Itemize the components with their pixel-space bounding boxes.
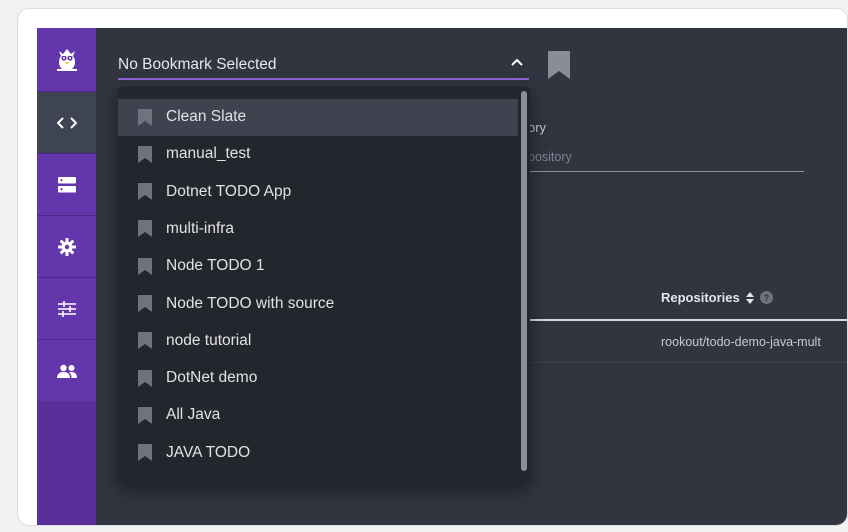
bookmark-option-label: node tutorial — [166, 331, 252, 349]
dropdown-scrollbar[interactable] — [521, 91, 527, 471]
bookmark-option-label: Dotnet TODO App — [166, 182, 292, 200]
repository-input-placeholder: pository — [528, 150, 572, 164]
bookmark-option-label: Clean Slate — [166, 108, 247, 125]
table-row[interactable]: rookout/todo-demo-java-mult — [528, 323, 847, 363]
bookmark-icon — [138, 220, 152, 238]
sliders-icon — [57, 300, 76, 317]
bookmark-option[interactable]: Clean Slate — [118, 98, 518, 136]
bookmark-icon — [138, 145, 152, 163]
bookmark-option-label: JAVA TODO — [166, 443, 251, 461]
bookmark-option-label: All Java — [166, 406, 221, 424]
bookmark-option-label: Node TODO 1 — [166, 257, 265, 275]
users-icon — [56, 364, 77, 378]
gear-icon — [57, 237, 76, 256]
sidebar-item-settings[interactable] — [37, 215, 96, 277]
bookmark-option[interactable]: Node TODO 1 — [118, 248, 518, 285]
column-header-label: Repositories — [661, 290, 740, 305]
column-header-repositories[interactable]: Repositories ? — [661, 290, 773, 305]
bookmark-option[interactable]: Node TODO with source — [118, 285, 518, 322]
repository-cell: rookout/todo-demo-java-mult — [661, 335, 821, 349]
bookmark-select[interactable]: No Bookmark Selected — [118, 50, 529, 80]
bookmark-option[interactable]: node tutorial — [118, 322, 518, 359]
bookmark-icon — [138, 332, 152, 350]
bookmark-option-label: DotNet demo — [166, 369, 258, 387]
bookmark-option[interactable]: Dotnet TODO App — [118, 173, 518, 210]
sort-icon[interactable] — [745, 291, 754, 304]
owl-logo-icon — [56, 48, 77, 71]
servers-icon — [57, 176, 76, 192]
bookmark-icon — [138, 257, 152, 275]
app-viewport: No Bookmark Selected ory pository Reposi… — [37, 28, 847, 525]
bookmark-option-label: manual_test — [166, 145, 251, 163]
chevron-up-icon — [511, 58, 523, 66]
bookmark-option[interactable]: JAVA TODO — [118, 434, 518, 471]
help-icon[interactable]: ? — [759, 291, 773, 304]
window-frame: No Bookmark Selected ory pository Reposi… — [17, 8, 848, 526]
sidebar-item-filters[interactable] — [37, 277, 96, 339]
bookmark-dropdown-menu: Clean Slate manual_test Dotnet TODO App mul… — [118, 87, 530, 483]
sidebar-item-team[interactable] — [37, 339, 96, 401]
bookmark-icon — [138, 183, 152, 201]
table-header: Repositories ? — [528, 281, 847, 321]
app-logo[interactable] — [37, 28, 96, 91]
bookmark-option[interactable]: multi-infra — [118, 210, 518, 247]
bookmark-option[interactable]: All Java — [118, 397, 518, 434]
sidebar — [37, 28, 96, 525]
bookmark-option-label: Node TODO with source — [166, 294, 335, 312]
bookmark-icon — [138, 108, 152, 126]
sidebar-item-code[interactable] — [37, 91, 96, 153]
code-icon — [56, 116, 77, 129]
bookmark-icon — [138, 369, 152, 387]
repository-input[interactable]: pository — [528, 146, 804, 172]
bookmark-option[interactable]: manual_test — [118, 136, 518, 173]
bookmark-option[interactable]: DotNet demo — [118, 360, 518, 397]
bookmark-icon — [138, 406, 152, 424]
svg-text:?: ? — [764, 293, 770, 303]
bookmark-option-label: multi-infra — [166, 219, 235, 237]
sidebar-item-servers[interactable] — [37, 153, 96, 215]
bookmark-select-value: No Bookmark Selected — [118, 56, 277, 73]
bookmark-icon[interactable] — [547, 50, 571, 80]
bookmark-icon — [138, 295, 152, 312]
form-label: ory — [528, 120, 547, 135]
bookmark-icon — [138, 444, 152, 462]
